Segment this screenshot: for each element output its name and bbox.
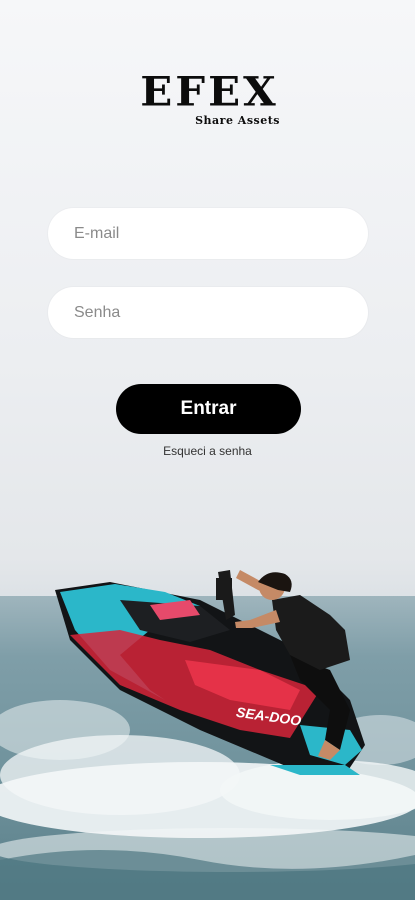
logo-title: EFEX xyxy=(140,68,279,115)
hero-image: SEA-DOO xyxy=(0,570,415,900)
logo-tagline: Share Assets xyxy=(195,114,280,127)
forgot-password-link[interactable]: Esqueci a senha xyxy=(0,444,415,458)
password-field[interactable] xyxy=(48,287,368,338)
login-button[interactable]: Entrar xyxy=(116,384,301,434)
email-field[interactable] xyxy=(48,208,368,259)
efex-logo: EFEX Share Assets xyxy=(137,68,282,130)
